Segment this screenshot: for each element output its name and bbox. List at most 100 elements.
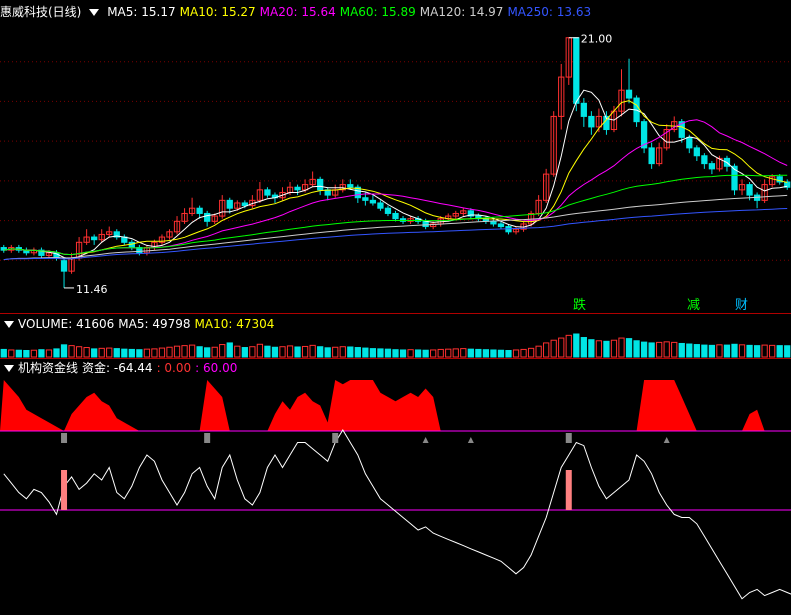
volume-bar <box>234 345 241 358</box>
volume-bar <box>30 349 38 358</box>
volume-bar <box>173 345 181 358</box>
volume-bar <box>633 340 640 358</box>
volume-bar <box>75 346 83 358</box>
candle-body <box>226 199 233 209</box>
volume-bar <box>286 345 294 358</box>
volume-bar <box>437 348 444 358</box>
volume-bar <box>693 344 700 358</box>
volume-bar <box>746 344 753 358</box>
volume-bar <box>784 345 791 358</box>
candle-body <box>588 115 595 128</box>
volume-bar <box>603 340 610 358</box>
volume-bar <box>663 341 670 358</box>
volume-bar <box>610 339 618 358</box>
fund-area <box>0 380 791 431</box>
volume-bar <box>339 346 346 358</box>
volume-bar <box>324 347 331 358</box>
volume-bar <box>573 333 580 358</box>
volume-bar <box>369 348 377 358</box>
low-price-label: 11.46 <box>76 283 108 296</box>
candle-body <box>60 260 68 272</box>
volume-bar <box>738 344 746 358</box>
volume-bar <box>708 344 716 358</box>
volume-bar <box>422 349 429 358</box>
candle-body <box>580 102 587 117</box>
candle-body <box>693 147 700 157</box>
high-price-label: 21.00 <box>581 33 613 46</box>
volume-bar <box>83 347 90 358</box>
volume-bar <box>143 348 151 358</box>
volume-bar <box>527 347 535 358</box>
volume-bar <box>15 349 22 358</box>
stock-chart[interactable]: 21.00 11.46 <box>0 0 791 615</box>
triangle-marker <box>467 437 474 443</box>
candle-body <box>317 178 324 191</box>
volume-bar <box>648 342 655 358</box>
volume-bar <box>362 347 369 358</box>
volume-bar <box>452 348 459 358</box>
volume-bar <box>38 349 45 358</box>
volume-bar <box>407 349 414 358</box>
candle-body <box>384 207 392 214</box>
volume-bar <box>505 350 512 358</box>
volume-bar <box>490 349 497 358</box>
candle-body <box>497 223 505 228</box>
volume-bar <box>128 348 135 358</box>
volume-bar <box>731 343 738 358</box>
volume-bar <box>377 348 384 358</box>
volume-bar <box>166 346 173 358</box>
volume-bar <box>580 337 587 358</box>
volume-bar <box>241 347 248 358</box>
volume-bar <box>769 344 776 358</box>
volume-bar <box>482 349 490 358</box>
pink-marker <box>61 470 68 510</box>
candle-body <box>347 184 354 188</box>
volume-bar <box>618 337 625 358</box>
candle-body <box>294 186 301 191</box>
ma-line-ma10 <box>3 100 788 256</box>
candle-body <box>91 236 98 241</box>
volume-bar <box>294 346 301 358</box>
volume-bar <box>535 345 542 358</box>
volume-bar <box>656 341 663 358</box>
candle-body <box>204 212 211 222</box>
volume-bar <box>640 341 648 358</box>
volume-bar <box>317 346 324 358</box>
volume-bar <box>106 347 113 358</box>
ma-line-ma5 <box>3 89 788 260</box>
volume-bar <box>671 341 678 358</box>
volume-bar <box>0 348 7 358</box>
volume-bar <box>68 345 75 358</box>
volume-bar <box>204 347 211 358</box>
volume-bar <box>23 350 30 358</box>
volume-bar <box>279 346 286 358</box>
candle-body <box>392 212 399 220</box>
tag-cai: 财 <box>735 298 749 313</box>
volume-bar <box>354 347 361 358</box>
tag-jian: 减 <box>687 298 701 313</box>
volume-bar <box>392 349 399 358</box>
volume-bar <box>271 346 279 358</box>
volume-bar <box>188 344 196 358</box>
volume-bar <box>686 343 693 358</box>
candle-body <box>648 147 655 165</box>
volume-bar <box>226 342 233 358</box>
volume-bar <box>543 342 550 358</box>
volume-bar <box>399 349 407 358</box>
candle-body <box>362 197 369 201</box>
volume-bar <box>678 342 685 358</box>
candle-body <box>701 155 708 165</box>
volume-bar <box>158 347 166 358</box>
volume-bar <box>753 345 761 358</box>
volume-bar <box>113 348 120 358</box>
gray-marker <box>204 433 211 443</box>
volume-bar <box>45 349 53 358</box>
candle-body <box>422 220 429 228</box>
volume-bar <box>445 348 452 358</box>
volume-bar <box>219 344 226 358</box>
candle-body <box>369 199 377 204</box>
fund-line <box>3 429 791 600</box>
volume-bar <box>588 339 595 358</box>
volume-bar <box>723 344 731 358</box>
volume-bar <box>776 345 783 358</box>
